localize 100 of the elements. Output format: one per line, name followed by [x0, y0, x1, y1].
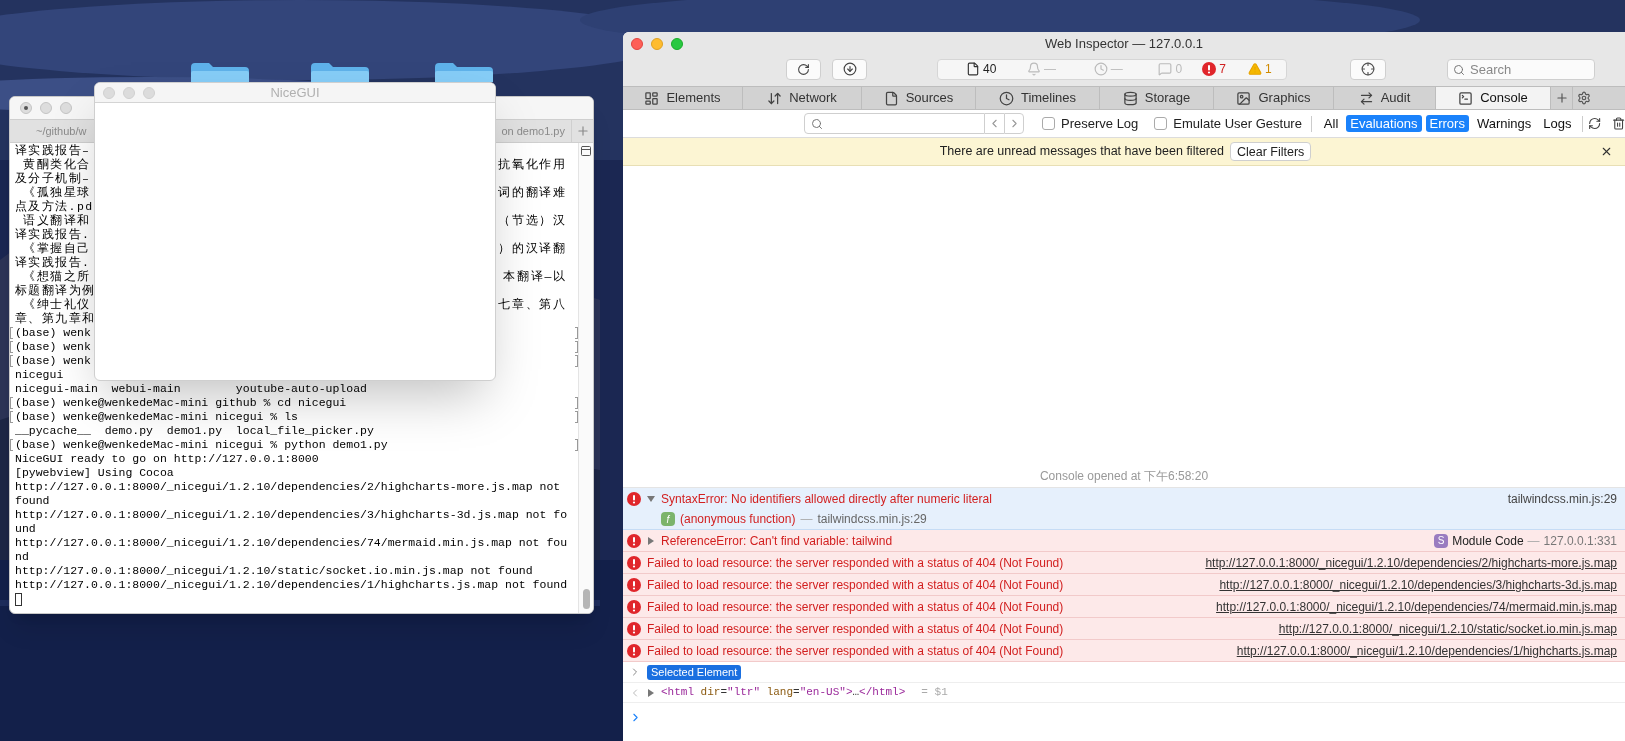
terminal-line: http://127.0.0.1:8000/_nicegui/1.2.10/dependencies/1/highcharts.js.map not found	[15, 578, 568, 592]
separator: —	[800, 511, 813, 528]
message-text: Failed to load resource: the server responded with a status of 404 (Not Found)	[647, 554, 1064, 572]
message-text: Failed to load resource: the server responded with a status of 404 (Not Found)	[647, 576, 1064, 594]
dashboard-count: 7	[1219, 61, 1226, 78]
dashboard-count: —	[1043, 61, 1056, 78]
layout-icon	[644, 90, 660, 106]
search-field[interactable]: Search	[1447, 58, 1595, 80]
terminal-line: （节选）汉	[498, 214, 568, 228]
console-message[interactable]: ReferenceError: Can't find variable: tailwind S Module Code — 127.0.0.1:331	[623, 530, 1625, 552]
terminal-line: 本翻译—以	[503, 270, 568, 284]
error-icon	[1202, 62, 1217, 76]
minimize-button[interactable]	[651, 38, 663, 50]
close-button[interactable]	[631, 38, 643, 50]
terminal-line: 译实践报告.	[15, 256, 91, 270]
result-variable: = $1	[921, 685, 948, 701]
next-button[interactable]	[1004, 113, 1024, 134]
filter-button[interactable]: Logs	[1539, 115, 1576, 132]
refresh-icon[interactable]	[1588, 116, 1602, 131]
scrollbar[interactable]	[578, 143, 593, 613]
minimize-button[interactable]	[40, 102, 52, 114]
checkbox[interactable]	[1154, 117, 1168, 130]
minimize-button[interactable]	[123, 86, 135, 99]
terminal-line: (base) wenke@wenkedeMac-mini nicegui % python demo1.py	[15, 438, 388, 452]
dashboard-count: 0	[1175, 61, 1183, 78]
terminal-line: 及分子机制–	[15, 172, 91, 186]
terminal-line: http://127.0.0.1:8000/_nicegui/1.2.10/static/socket.io.min.js.map not found	[15, 564, 533, 578]
html-element[interactable]: <html dir="ltr" lang="en-US">…</html>	[661, 684, 906, 701]
resource-link[interactable]: http://127.0.0.1:8000/_nicegui/1.2.10/dependencies/2/highcharts-more.js.map	[1205, 553, 1621, 572]
resource-link[interactable]: http://127.0.0.1:8000/_nicegui/1.2.10/dependencies/74/mermaid.min.js.map	[1216, 597, 1621, 616]
close-button[interactable]	[20, 102, 32, 114]
dashboard-count: 40	[983, 61, 997, 78]
scroll-thumb[interactable]	[582, 589, 590, 609]
reload-button[interactable]	[786, 58, 821, 80]
terminal-icon	[1458, 90, 1474, 106]
source-link[interactable]: 127.0.0.1:331	[1543, 531, 1617, 550]
download-button[interactable]	[832, 58, 867, 80]
split-icon[interactable]	[580, 145, 593, 157]
filter-button[interactable]: Evaluations	[1346, 115, 1422, 132]
cursor	[15, 592, 22, 606]
source-name: Module Code	[1452, 532, 1524, 550]
inspect-button[interactable]	[1350, 58, 1386, 80]
terminal-line: (base) wenke@wenkedeMac-mini nicegui % ls	[15, 410, 298, 424]
source-link[interactable]: tailwindcss.min.js:29	[817, 510, 927, 528]
filter-field[interactable]	[804, 113, 985, 134]
error-icon	[627, 491, 641, 506]
zoom-button[interactable]	[60, 102, 72, 114]
error-icon	[627, 643, 641, 658]
filter-button[interactable]: All	[1319, 115, 1343, 132]
terminal-line: 七章、第八	[498, 298, 568, 312]
speech-bubble-icon	[1158, 62, 1173, 76]
terminal-line: ）的汉译翻	[498, 242, 568, 256]
terminal-line: [pywebview] Using Cocoa	[15, 466, 174, 480]
filter-button[interactable]: Errors	[1425, 115, 1469, 132]
clear-filters-button[interactable]: Clear Filters	[1229, 142, 1312, 161]
source-link[interactable]: tailwindcss.min.js:29	[1507, 489, 1621, 508]
zoom-button[interactable]	[671, 38, 683, 50]
module-badge: S	[1434, 533, 1449, 548]
message-text: ReferenceError: Can't find variable: tailwind	[661, 532, 893, 550]
plus-icon	[575, 124, 590, 138]
window-title: Web Inspector — 127.0.0.1	[1044, 35, 1204, 54]
console-message[interactable]: Failed to load resource: the server responded with a status of 404 (Not Found) http://127.0.0.1:8000/_nicegui/1.2.10/static/socket.io.min.js.map	[623, 618, 1625, 640]
inspector-tab[interactable]: Console	[1436, 87, 1551, 109]
previous-button[interactable]	[984, 113, 1005, 134]
collapsed-triangle-icon[interactable]	[647, 536, 655, 545]
checkbox-label: Emulate User Gesture	[1173, 114, 1302, 133]
terminal-line: found	[15, 494, 50, 508]
trash-icon[interactable]	[1611, 116, 1625, 131]
resource-link[interactable]: http://127.0.0.1:8000/_nicegui/1.2.10/dependencies/1/highcharts.js.map	[1236, 641, 1621, 660]
message-text: Failed to load resource: the server responded with a status of 404 (Not Found)	[647, 642, 1064, 660]
crosshair-icon	[1361, 62, 1375, 76]
banner-text: There are unread messages that have been filtered	[938, 143, 1224, 161]
console-message[interactable]: SyntaxError: No identifiers allowed directly after numeric literal tailwindcss.min.js:29 f (anonymous function) — tailwindcss.min.js:29	[623, 488, 1625, 530]
message-text: SyntaxError: No identifiers allowed directly after numeric literal	[661, 490, 992, 508]
close-icon[interactable]	[1600, 145, 1613, 158]
filter-button[interactable]: Warnings	[1472, 115, 1536, 132]
terminal-line: 译实践报告.	[15, 228, 91, 242]
terminal-line: nd	[15, 550, 29, 564]
clock-icon	[998, 90, 1014, 106]
expanded-triangle-icon[interactable]	[647, 494, 655, 503]
checkbox[interactable]	[1042, 117, 1055, 130]
clock-icon	[1093, 62, 1108, 76]
terminal-line: 《绅士礼仪	[22, 298, 91, 312]
error-icon	[627, 533, 641, 548]
resource-link[interactable]: http://127.0.0.1:8000/_nicegui/1.2.10/dependencies/3/highcharts-3d.js.map	[1219, 575, 1621, 594]
zoom-button[interactable]	[143, 86, 155, 99]
collapsed-triangle-icon[interactable]	[647, 688, 655, 697]
terminal-line: 语义翻译和	[22, 214, 91, 228]
resource-link[interactable]: http://127.0.0.1:8000/_nicegui/1.2.10/static/socket.io.min.js.map	[1278, 619, 1621, 638]
terminal-line: 标题翻译为例	[15, 284, 96, 298]
console-message[interactable]: Failed to load resource: the server responded with a status of 404 (Not Found) http://127.0.0.1:8000/_nicegui/1.2.10/dependencies/2/highcharts-more.js.map	[623, 552, 1625, 574]
download-icon	[842, 62, 857, 76]
document-icon	[966, 62, 980, 76]
console-message[interactable]: Failed to load resource: the server responded with a status of 404 (Not Found) http://127.0.0.1:8000/_nicegui/1.2.10/dependencies/1/highcharts.js.map	[623, 640, 1625, 662]
console-message[interactable]: Failed to load resource: the server responded with a status of 404 (Not Found) http://127.0.0.1:8000/_nicegui/1.2.10/dependencies/3/highcharts-3d.js.map	[623, 574, 1625, 596]
arrows-icon	[767, 90, 783, 106]
dashboard-count: 1	[1264, 61, 1272, 78]
terminal-line: __pycache__ demo.py demo1.py local_file_picker.py	[15, 424, 374, 438]
console-message[interactable]: Failed to load resource: the server responded with a status of 404 (Not Found) http://127.0.0.1:8000/_nicegui/1.2.10/dependencies/74/mermaid.min.js.map	[623, 596, 1625, 618]
search-icon	[1453, 63, 1465, 76]
